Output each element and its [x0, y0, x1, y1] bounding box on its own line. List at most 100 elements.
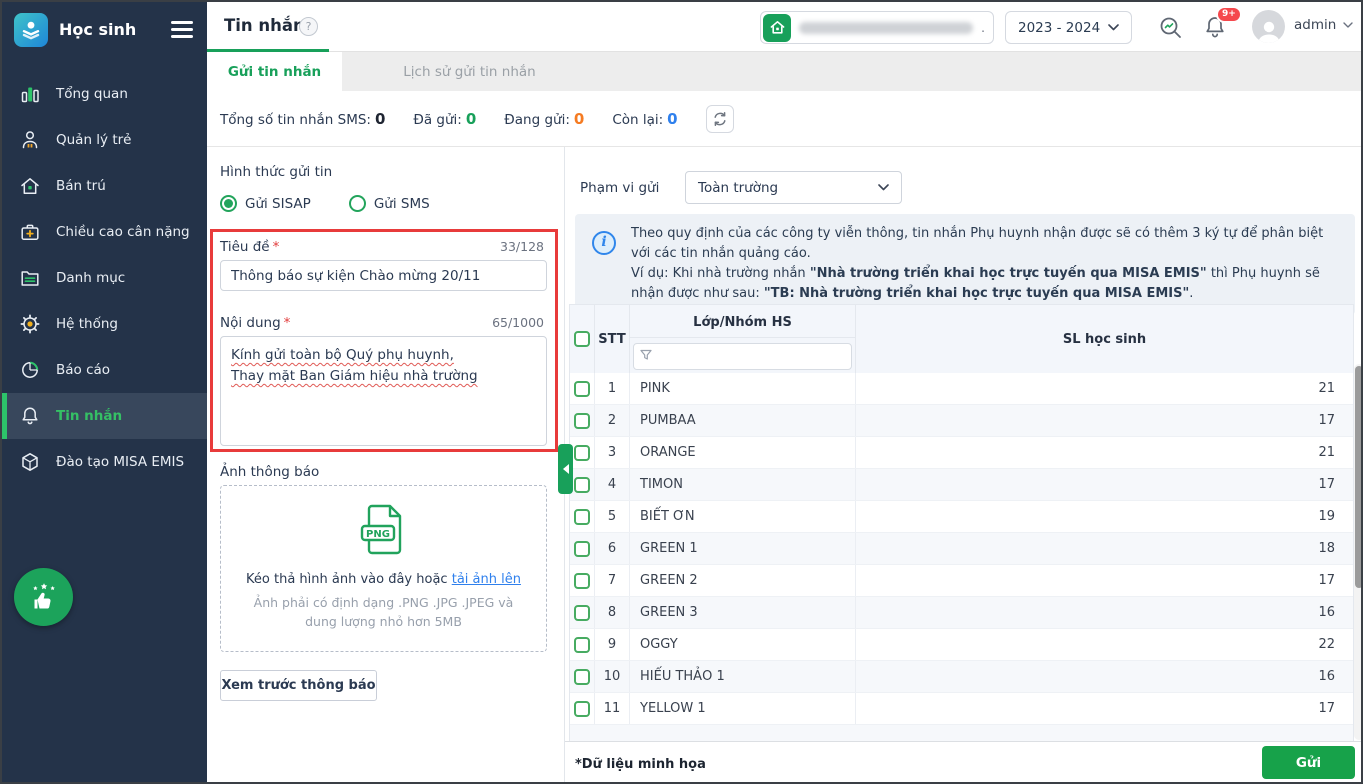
table-scrollbar[interactable]: [1354, 364, 1361, 740]
row-stt: 6: [595, 533, 630, 564]
sidebar-item-bao-cao[interactable]: Báo cáo: [2, 347, 207, 393]
send-method-radios: Gửi SISAP Gửi SMS: [220, 195, 430, 212]
send-button[interactable]: Gửi: [1262, 746, 1355, 779]
title-counter: 33/128: [500, 239, 544, 254]
app-logo-icon: [14, 12, 48, 47]
refresh-button[interactable]: [705, 104, 734, 133]
school-name-ellipsis: .: [981, 20, 985, 35]
main-area: Tin nhắn ? . 2023 - 2024 9+ admin Gửi ti…: [207, 2, 1361, 782]
sidebar-item-chieu-cao-can-nang[interactable]: Chiều cao cân nặng: [2, 209, 207, 255]
row-checkbox[interactable]: [574, 700, 590, 717]
scrollbar-thumb[interactable]: [1355, 366, 1361, 588]
sidebar: Học sinh Tổng quan Quản lý trẻ Bán trú C…: [2, 2, 207, 782]
radio-gui-sisap[interactable]: Gửi SISAP: [220, 195, 311, 212]
row-student-count: 16: [1318, 669, 1335, 684]
table-row[interactable]: 4 TIMON 17: [570, 469, 1353, 501]
table-row[interactable]: 10 HIẾU THẢO 1 16: [570, 661, 1353, 693]
send-method-label: Hình thức gửi tin: [220, 164, 333, 180]
row-checkbox[interactable]: [574, 412, 590, 429]
person-icon: [18, 128, 42, 152]
avatar[interactable]: [1252, 10, 1285, 43]
school-selector[interactable]: .: [760, 11, 994, 44]
tab-lich-su-gui-tin-nhan[interactable]: Lịch sử gửi tin nhắn: [342, 52, 597, 91]
sidebar-item-label: Tin nhắn: [56, 408, 123, 424]
radio-gui-sms[interactable]: Gửi SMS: [348, 195, 430, 212]
tab-strip: Gửi tin nhắn Lịch sử gửi tin nhắn: [207, 52, 1361, 91]
select-all-checkbox[interactable]: [574, 331, 590, 347]
sidebar-item-label: Danh mục: [56, 270, 126, 286]
table-row[interactable]: 5 BIẾT ƠN 19: [570, 501, 1353, 533]
notifications-bell-icon[interactable]: 9+: [1202, 6, 1242, 44]
folder-icon: [18, 266, 42, 290]
row-student-count: 18: [1318, 541, 1335, 556]
info-icon: [592, 231, 616, 255]
image-label: Ảnh thông báo: [220, 464, 320, 480]
feedback-button[interactable]: [14, 568, 73, 626]
table-row[interactable]: 7 GREEN 2 17: [570, 565, 1353, 597]
table-body: 1 PINK 21 2 PUMBAA 17 3 ORANGE 21 4 TIMO…: [570, 373, 1353, 725]
sidebar-item-tong-quan[interactable]: Tổng quan: [2, 71, 207, 117]
demo-data-footnote: *Dữ liệu minh họa: [575, 757, 706, 772]
scope-select[interactable]: Toàn trường: [685, 171, 902, 204]
sidebar-item-dao-tao-misa-emis[interactable]: Đào tạo MISA EMIS: [2, 439, 207, 485]
row-stt: 11: [595, 693, 630, 724]
sidebar-item-danh-muc[interactable]: Danh mục: [2, 255, 207, 301]
table-row[interactable]: 6 GREEN 1 18: [570, 533, 1353, 565]
refresh-icon: [714, 111, 726, 126]
user-menu[interactable]: admin: [1294, 17, 1354, 33]
column-stt: STT: [595, 305, 630, 373]
table-row[interactable]: 11 YELLOW 1 17: [570, 693, 1353, 725]
row-class-name: GREEN 1: [630, 533, 856, 564]
row-checkbox[interactable]: [574, 380, 590, 397]
image-dropzone[interactable]: PNG Kéo thả hình ảnh vào đây hoặc tải ản…: [220, 485, 547, 652]
sidebar-item-ban-tru[interactable]: Bán trú: [2, 163, 207, 209]
collapse-panel-handle[interactable]: [558, 444, 573, 494]
upload-link[interactable]: tải ảnh lên: [452, 572, 521, 587]
tab-gui-tin-nhan[interactable]: Gửi tin nhắn: [207, 52, 342, 91]
table-row[interactable]: 2 PUMBAA 17: [570, 405, 1353, 437]
svg-text:PNG: PNG: [366, 529, 390, 540]
class-filter-input[interactable]: [633, 342, 852, 370]
table-row[interactable]: 3 ORANGE 21: [570, 437, 1353, 469]
search-insights-icon[interactable]: [1157, 14, 1185, 46]
pie-chart-icon: [18, 358, 42, 382]
suitcase-plus-icon: [18, 220, 42, 244]
sidebar-item-quan-ly-tre[interactable]: Quản lý trẻ: [2, 117, 207, 163]
help-icon[interactable]: ?: [299, 17, 318, 36]
row-checkbox[interactable]: [574, 572, 590, 589]
row-stt: 9: [595, 629, 630, 660]
row-class-name: YELLOW 1: [630, 693, 856, 724]
column-count: SL học sinh: [1062, 331, 1147, 347]
house-icon: [18, 174, 42, 198]
row-checkbox[interactable]: [574, 636, 590, 653]
table-header: STT Lớp/Nhóm HS SL học sinh: [570, 305, 1353, 373]
row-class-name: PUMBAA: [630, 405, 856, 436]
row-checkbox[interactable]: [574, 540, 590, 557]
table-row[interactable]: 9 OGGY 22: [570, 629, 1353, 661]
sidebar-item-tin-nhan[interactable]: Tin nhắn: [2, 393, 207, 439]
table-row[interactable]: 8 GREEN 3 16: [570, 597, 1353, 629]
row-checkbox[interactable]: [574, 604, 590, 621]
row-stt: 7: [595, 565, 630, 596]
row-checkbox[interactable]: [574, 444, 590, 461]
preview-button[interactable]: Xem trước thông báo: [220, 670, 377, 701]
dropzone-hint: Ảnh phải có định dạng .PNG .JPG .JPEG và…: [253, 595, 514, 630]
row-student-count: 21: [1318, 381, 1335, 396]
title-label: Tiêu đề *: [220, 239, 280, 255]
stat-sent: Đã gửi: 0: [413, 109, 477, 128]
title-input[interactable]: [220, 260, 547, 291]
table-row[interactable]: 1 PINK 21: [570, 373, 1353, 405]
home-icon: [763, 13, 791, 42]
content-textarea[interactable]: Kính gửi toàn bộ Quý phụ huynh, Thay mặt…: [220, 336, 547, 446]
row-checkbox[interactable]: [574, 508, 590, 525]
sidebar-item-label: Hệ thống: [56, 316, 118, 332]
sidebar-item-he-thong[interactable]: Hệ thống: [2, 301, 207, 347]
school-year-select[interactable]: 2023 - 2024: [1005, 11, 1132, 44]
sidebar-header: Học sinh: [2, 2, 207, 57]
app-title: Học sinh: [59, 20, 137, 39]
cube-icon: [18, 450, 42, 474]
row-checkbox[interactable]: [574, 476, 590, 493]
row-class-name: OGGY: [630, 629, 856, 660]
row-checkbox[interactable]: [574, 668, 590, 685]
menu-toggle-icon[interactable]: [171, 17, 193, 42]
